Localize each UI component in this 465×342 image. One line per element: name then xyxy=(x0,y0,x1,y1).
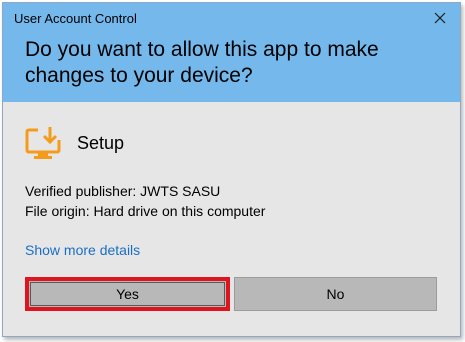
app-name: Setup xyxy=(77,132,125,153)
yes-button-label: Yes xyxy=(30,282,225,306)
setup-download-monitor-icon xyxy=(25,127,61,159)
prompt-question: Do you want to allow this app to make ch… xyxy=(25,38,379,87)
no-button[interactable]: No xyxy=(234,277,437,311)
app-info: Setup xyxy=(25,123,124,163)
dialog-header: User Account Control Do you want to allo… xyxy=(3,3,460,102)
verified-publisher: Verified publisher: JWTS SASU xyxy=(25,183,221,199)
show-more-details-link[interactable]: Show more details xyxy=(25,242,140,258)
close-button[interactable] xyxy=(420,3,460,33)
file-origin: File origin: Hard drive on this computer xyxy=(25,203,266,219)
window-title: User Account Control xyxy=(14,11,137,26)
close-icon xyxy=(434,12,446,24)
yes-button[interactable]: Yes xyxy=(25,277,230,311)
uac-dialog: User Account Control Do you want to allo… xyxy=(2,2,461,337)
